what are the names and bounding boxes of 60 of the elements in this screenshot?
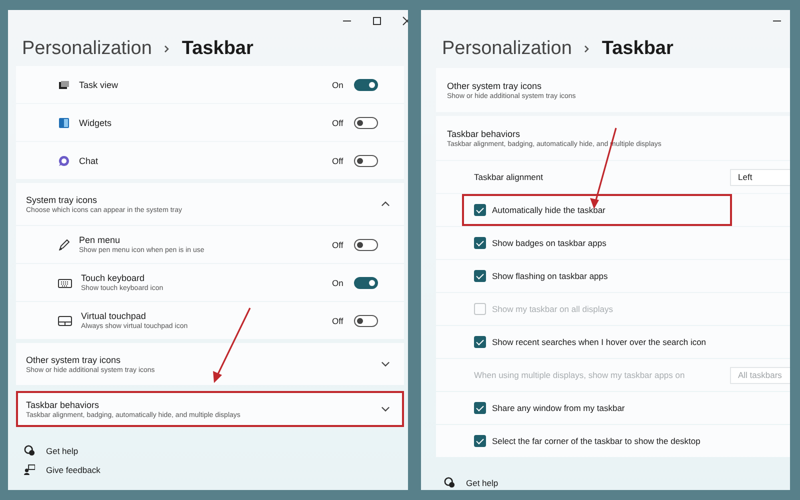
toggle-state-label: Off bbox=[332, 316, 344, 326]
checkbox-option[interactable]: Show recent searches when I hover over the search icon bbox=[462, 326, 732, 358]
toggle-switch[interactable] bbox=[354, 116, 378, 128]
checkbox[interactable] bbox=[474, 204, 486, 216]
checkbox[interactable] bbox=[474, 402, 486, 414]
section-title: Other system tray icons bbox=[26, 354, 122, 364]
footer-link[interactable]: Get help bbox=[466, 478, 498, 488]
breadcrumb-parent[interactable]: Personalization bbox=[442, 38, 572, 60]
chevron-up-icon[interactable] bbox=[381, 201, 390, 207]
touchpad-icon bbox=[58, 316, 72, 326]
checkbox-option[interactable]: Show flashing on taskbar apps bbox=[462, 260, 732, 292]
setting-label: Taskbar alignment bbox=[474, 172, 543, 182]
feedback-icon bbox=[24, 464, 35, 475]
chevron-right-icon bbox=[164, 45, 170, 53]
toggle-state-label: Off bbox=[332, 156, 344, 166]
breadcrumb-parent[interactable]: Personalization bbox=[22, 38, 152, 60]
checkbox[interactable] bbox=[474, 237, 486, 249]
page-title: Taskbar bbox=[182, 38, 254, 60]
checkbox-option[interactable]: Show badges on taskbar apps bbox=[462, 227, 732, 259]
toggle-switch[interactable] bbox=[354, 314, 378, 326]
checkbox[interactable] bbox=[474, 435, 486, 447]
toggle-switch[interactable] bbox=[354, 154, 378, 166]
toggle-switch[interactable] bbox=[354, 238, 378, 250]
setting-title: Pen menu bbox=[79, 235, 122, 245]
checkbox-option[interactable]: Select the far corner of the taskbar to show the desktop bbox=[462, 425, 732, 457]
task-view-icon bbox=[58, 78, 70, 90]
page-title: Taskbar bbox=[602, 38, 674, 60]
setting-title: Task view bbox=[79, 80, 120, 90]
help-icon bbox=[24, 445, 35, 456]
dropdown[interactable]: Left bbox=[730, 168, 790, 186]
help-icon bbox=[444, 477, 455, 488]
chevron-right-icon bbox=[584, 45, 590, 53]
setting-title: Widgets bbox=[79, 118, 113, 128]
toggle-switch[interactable] bbox=[354, 78, 378, 90]
setting-title: Virtual touchpad bbox=[81, 311, 147, 321]
checkbox[interactable] bbox=[474, 336, 486, 348]
chat-icon bbox=[58, 154, 70, 166]
chevron-down-icon[interactable] bbox=[381, 361, 390, 367]
checkbox-option[interactable]: Share any window from my taskbar bbox=[462, 392, 732, 424]
toggle-state-label: On bbox=[332, 278, 344, 288]
toggle-switch[interactable] bbox=[354, 276, 378, 288]
footer-link[interactable]: Get help bbox=[46, 446, 78, 456]
section-title: Taskbar behaviors bbox=[447, 128, 522, 138]
chevron-down-icon[interactable] bbox=[381, 406, 390, 412]
setting-title: Chat bbox=[79, 156, 100, 166]
toggle-state-label: Off bbox=[332, 118, 344, 128]
keyboard-icon bbox=[58, 278, 72, 288]
widgets-icon bbox=[58, 116, 70, 128]
checkbox-option[interactable]: Automatically hide the taskbar bbox=[462, 194, 732, 226]
setting-title: Touch keyboard bbox=[81, 273, 146, 283]
toggle-state-label: Off bbox=[332, 240, 344, 250]
maximize-icon[interactable] bbox=[372, 16, 382, 26]
toggle-state-label: On bbox=[332, 80, 344, 90]
footer-link[interactable]: Give feedback bbox=[46, 464, 100, 474]
setting-label: When using multiple displays, show my taskbar apps on bbox=[474, 370, 685, 380]
section-title: Taskbar behaviors bbox=[26, 400, 100, 410]
pen-icon bbox=[58, 238, 70, 250]
section-title: System tray icons bbox=[26, 194, 98, 204]
section-title: Other system tray icons bbox=[447, 80, 543, 90]
checkbox[interactable] bbox=[474, 270, 486, 282]
